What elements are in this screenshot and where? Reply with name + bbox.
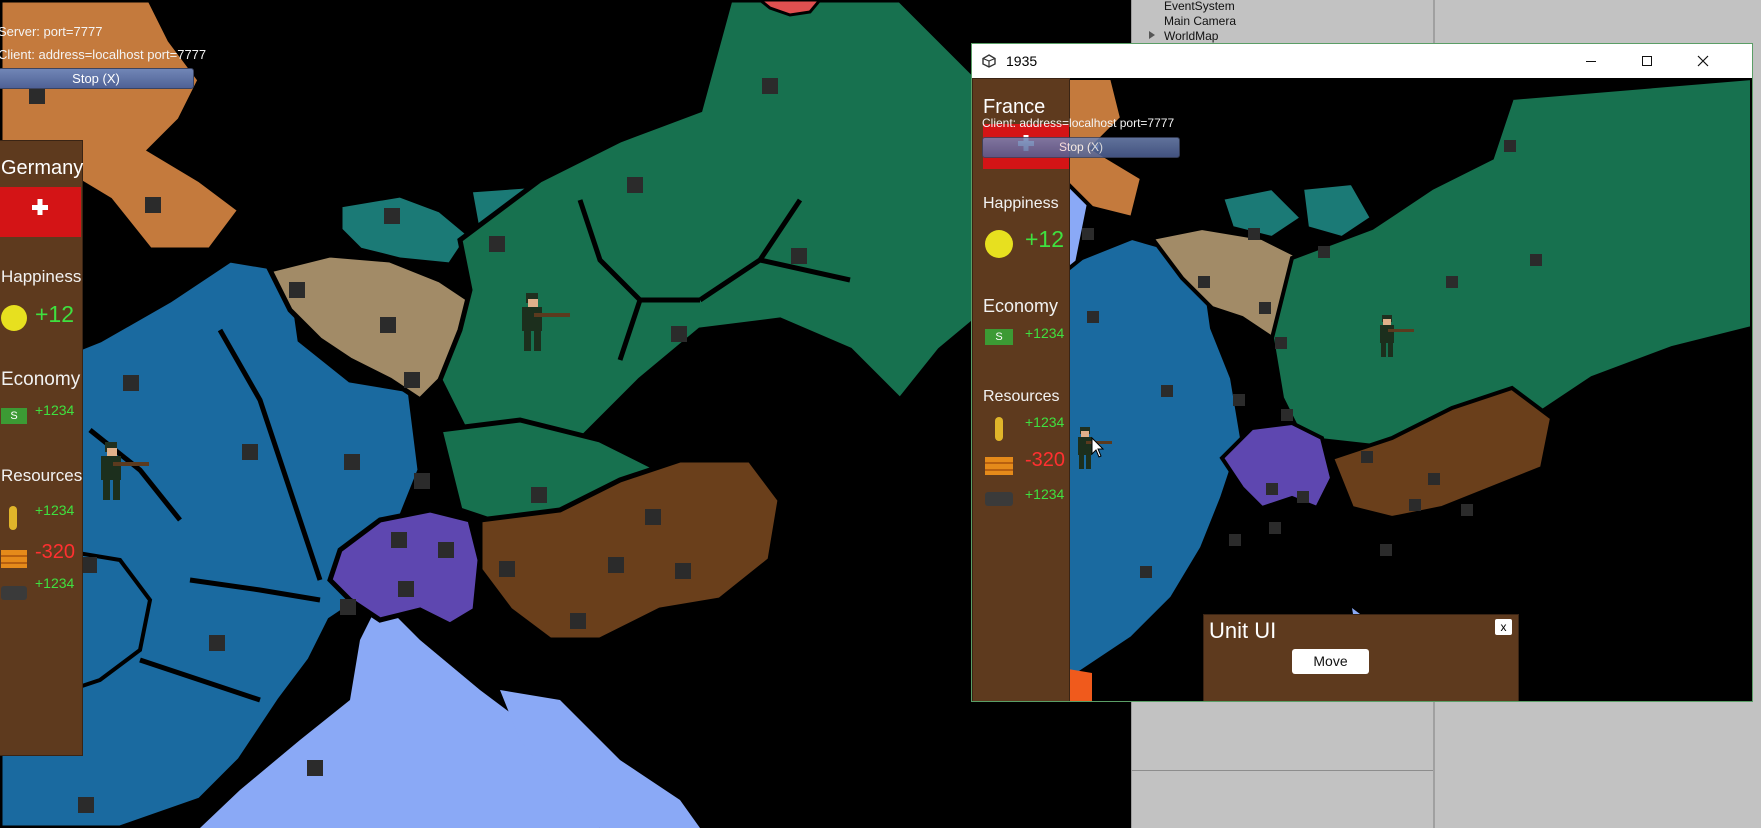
resource-3-value: +1234 [35,575,75,591]
country-name: Germany [1,157,84,179]
resource-2-value: -320 [35,541,76,563]
hierarchy-item[interactable]: EventSystem [1164,0,1235,13]
happiness-value: +12 [1025,226,1065,252]
window-titlebar[interactable]: 1935 [972,44,1752,78]
country-panel: Germany Happiness +12 Economy S +1234 Re… [0,140,83,756]
game-viewport[interactable]: France Happiness +12 Economy S +1234 Res… [972,78,1752,701]
stone-icon [1,586,27,600]
economy-value: +1234 [35,402,75,418]
smiley-icon [1,305,27,331]
close-button[interactable] [1675,44,1731,78]
main-game-view[interactable]: Server: port=7777 Client: address=localh… [0,0,1131,828]
expand-arrow-icon[interactable] [1149,31,1155,39]
world-map[interactable] [0,0,1131,828]
server-status-text: Server: port=7777 [0,24,103,39]
smiley-icon [985,230,1013,258]
happiness-value: +12 [35,301,75,327]
resources-label: Resources [1,466,83,485]
client-status-text: Client: address=localhost port=7777 [0,47,207,62]
resource-1-value: +1234 [35,502,75,518]
stop-button[interactable]: Stop (X) [982,137,1180,158]
unit-ui-title: Unit UI [1209,618,1277,643]
country-panel: France Happiness +12 Economy S +1234 Res… [972,78,1070,701]
world-map[interactable] [972,78,1752,701]
maximize-button[interactable] [1619,44,1675,78]
economy-label: Economy [983,296,1059,316]
wheat-icon [995,417,1003,441]
economy-value: +1234 [1025,325,1065,341]
wood-icon [1,550,27,568]
resource-1-value: +1234 [1025,414,1065,430]
resource-2-value: -320 [1025,449,1066,471]
happiness-label: Happiness [983,195,1059,212]
resources-label: Resources [983,388,1060,405]
economy-label: Economy [1,369,81,390]
minimize-button[interactable] [1563,44,1619,78]
game-window[interactable]: 1935 France Happiness +12 Economy S +123… [971,43,1753,702]
wheat-icon [9,506,17,530]
wood-icon [985,457,1013,475]
money-icon: S [1,408,27,424]
hierarchy-item[interactable]: Main Camera [1164,14,1236,28]
hierarchy-item[interactable]: WorldMap [1164,29,1218,43]
stop-button[interactable]: Stop (X) [0,68,194,89]
unit-ui-close-button[interactable]: x [1495,619,1512,635]
window-title: 1935 [1006,53,1038,69]
resource-3-value: +1234 [1025,486,1065,502]
country-flag [0,187,81,237]
move-button[interactable]: Move [1292,649,1369,674]
money-icon: S [985,329,1013,345]
stone-icon [985,492,1013,506]
happiness-label: Happiness [1,267,82,286]
client-status-text: Client: address=localhost port=7777 [982,116,1175,130]
unity-logo-icon [982,54,996,68]
unit-ui-dialog: Unit UI x Move [1203,614,1519,701]
